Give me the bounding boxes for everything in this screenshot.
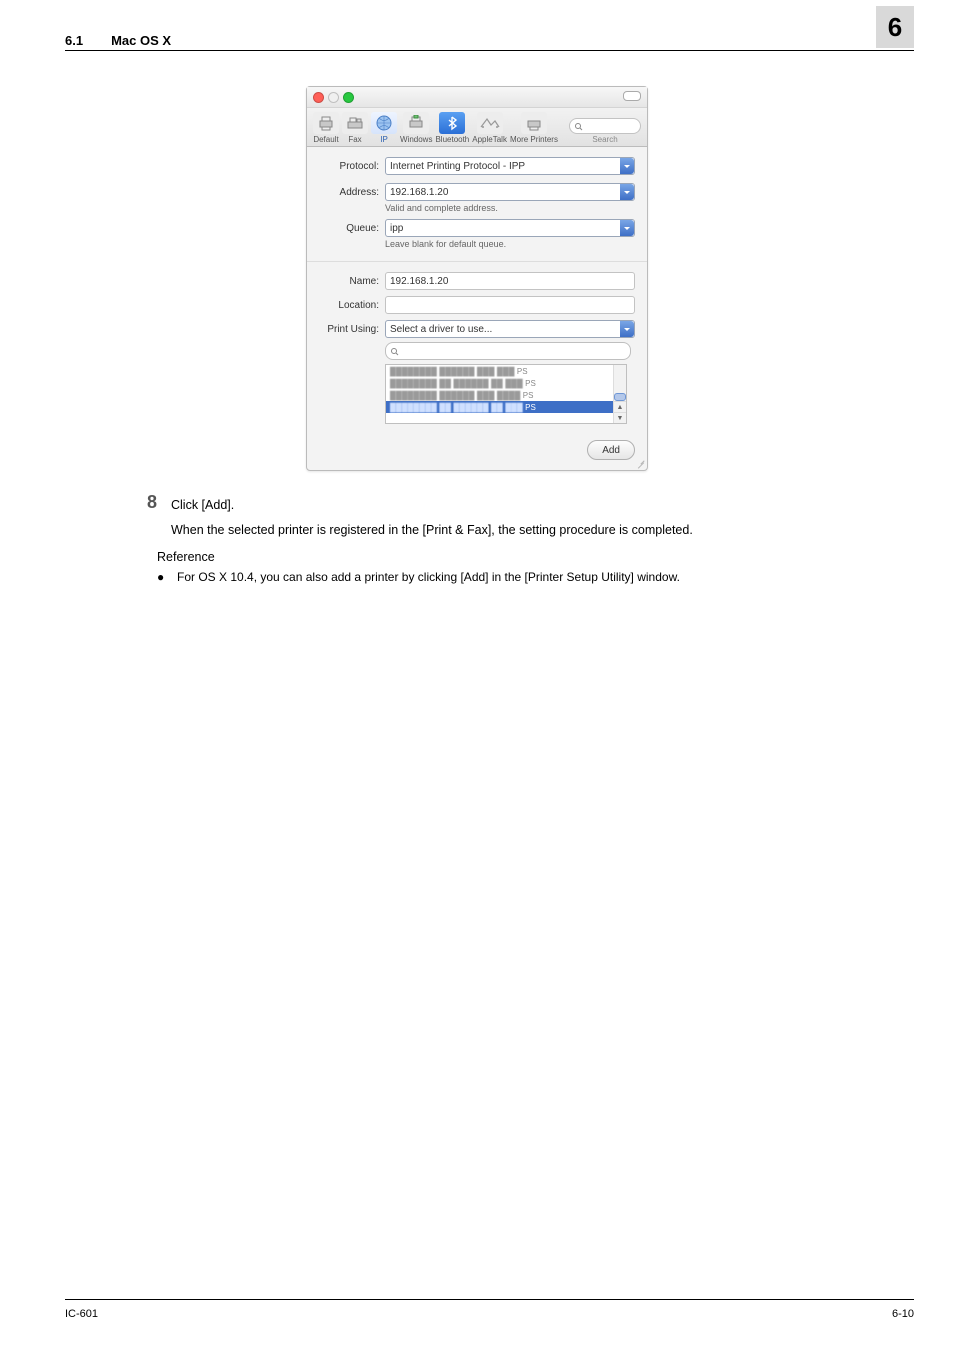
toolbar-toggle-icon[interactable] — [623, 91, 641, 101]
chevron-down-icon — [620, 321, 634, 337]
toolbar-appletalk-label: AppleTalk — [472, 135, 507, 144]
dialog-toolbar: Default Fax IP — [307, 108, 647, 147]
driver-search-input[interactable] — [385, 342, 631, 360]
toolbar-search-input[interactable] — [569, 118, 641, 134]
list-item[interactable]: ████████ ██████ ███ ████ PS — [386, 389, 626, 401]
address-hint: Valid and complete address. — [385, 203, 635, 213]
toolbar-windows[interactable]: Windows — [400, 112, 432, 144]
address-input[interactable]: 192.168.1.20 — [385, 183, 635, 201]
zoom-icon[interactable] — [343, 92, 354, 103]
reference-heading: Reference — [157, 550, 889, 564]
name-value: 192.168.1.20 — [390, 276, 448, 287]
section-number: 6.1 — [65, 33, 83, 48]
toolbar-bluetooth-label: Bluetooth — [435, 135, 469, 144]
toolbar-ip-label: IP — [380, 135, 388, 144]
more-printers-icon — [521, 112, 547, 134]
toolbar-search-label: Search — [592, 135, 617, 144]
protocol-select[interactable]: Internet Printing Protocol - IPP — [385, 157, 635, 175]
search-icon — [574, 122, 583, 131]
footer-right: 6-10 — [892, 1308, 914, 1320]
globe-icon — [371, 112, 397, 134]
address-value: 192.168.1.20 — [390, 187, 448, 198]
queue-value: ipp — [390, 223, 403, 234]
queue-hint: Leave blank for default queue. — [385, 239, 635, 249]
toolbar-more-printers[interactable]: More Printers — [510, 112, 558, 144]
location-input[interactable] — [385, 296, 635, 314]
step-number: 8 — [65, 493, 171, 540]
queue-label: Queue: — [319, 223, 385, 234]
name-input[interactable]: 192.168.1.20 — [385, 272, 635, 290]
toolbar-more-label: More Printers — [510, 135, 558, 144]
minimize-icon[interactable] — [328, 92, 339, 103]
step-note: When the selected printer is registered … — [171, 521, 889, 540]
add-printer-dialog: Default Fax IP — [306, 86, 648, 471]
header-rule — [65, 50, 914, 51]
printer-icon — [313, 112, 339, 134]
chevron-down-icon[interactable] — [620, 220, 634, 236]
queue-input[interactable]: ipp — [385, 219, 635, 237]
protocol-value: Internet Printing Protocol - IPP — [390, 161, 525, 172]
name-label: Name: — [319, 276, 385, 287]
list-item[interactable]: ████████ ██████ ███ ███ PS — [386, 365, 626, 377]
toolbar-default-label: Default — [313, 135, 338, 144]
toolbar-fax[interactable]: Fax — [342, 112, 368, 144]
section-title: Mac OS X — [111, 33, 171, 48]
close-icon[interactable] — [313, 92, 324, 103]
toolbar-ip[interactable]: IP — [371, 112, 397, 144]
toolbar-bluetooth[interactable]: Bluetooth — [435, 112, 469, 144]
toolbar-appletalk[interactable]: AppleTalk — [472, 112, 507, 144]
scrollbar-thumb[interactable] — [614, 393, 626, 401]
address-label: Address: — [319, 187, 385, 198]
footer-left: IC-601 — [65, 1308, 98, 1320]
chapter-badge: 6 — [876, 6, 914, 48]
toolbar-windows-label: Windows — [400, 135, 432, 144]
chevron-down-icon — [620, 158, 634, 174]
driver-list[interactable]: ████████ ██████ ███ ███ PS ████████ ██ █… — [385, 364, 627, 424]
search-icon — [390, 347, 399, 356]
toolbar-default[interactable]: Default — [313, 112, 339, 144]
print-using-label: Print Using: — [319, 324, 385, 335]
dialog-titlebar — [307, 87, 647, 108]
list-item-selected[interactable]: ████████ ██ ██████ ██ ███ PS — [386, 401, 626, 413]
toolbar-fax-label: Fax — [348, 135, 361, 144]
location-label: Location: — [319, 300, 385, 311]
add-button[interactable]: Add — [587, 440, 635, 460]
print-using-value: Select a driver to use... — [390, 324, 492, 335]
appletalk-icon — [477, 112, 503, 134]
print-using-select[interactable]: Select a driver to use... — [385, 320, 635, 338]
protocol-label: Protocol: — [319, 161, 385, 172]
reference-bullet-text: For OS X 10.4, you can also add a printe… — [177, 570, 680, 584]
scroll-up-icon[interactable]: ▲ — [614, 401, 626, 412]
scroll-down-icon[interactable]: ▼ — [614, 412, 626, 423]
scrollbar[interactable]: ▲ ▼ — [613, 365, 626, 423]
resize-grip-icon[interactable] — [635, 458, 645, 468]
list-item[interactable]: ████████ ██ ██████ ██ ███ PS — [386, 377, 626, 389]
footer-rule — [65, 1299, 914, 1300]
fax-icon — [342, 112, 368, 134]
chevron-down-icon[interactable] — [620, 184, 634, 200]
bullet-icon: ● — [157, 570, 177, 584]
bluetooth-icon — [439, 112, 465, 134]
step-text: Click [Add]. — [171, 496, 889, 515]
windows-icon — [403, 112, 429, 134]
